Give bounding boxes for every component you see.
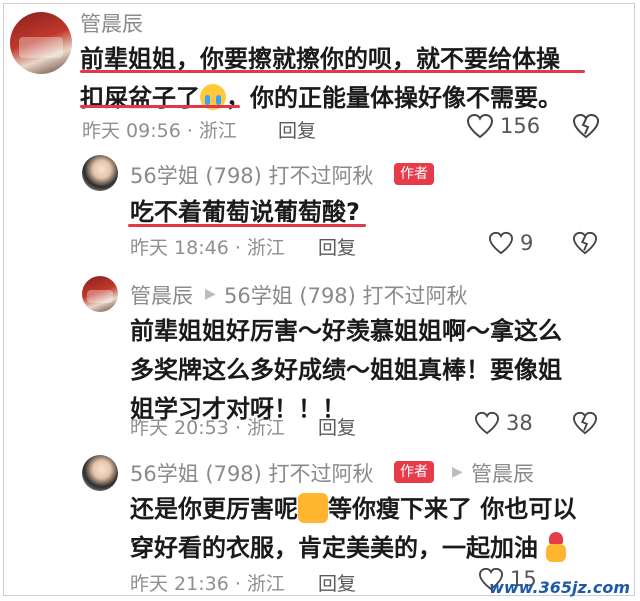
comment-line: 穿好看的衣服，肯定美美的，一起加油 — [130, 529, 576, 568]
comment-text: 还是你更厉害呢 等你瘦下来了 你也可以 穿好看的衣服，肯定美美的，一起加油 — [130, 490, 576, 568]
heart-icon — [474, 411, 500, 435]
dislike-icon[interactable] — [572, 411, 598, 435]
comment-line-segment: 穿好看的衣服，肯定美美的，一起加油 — [130, 534, 538, 562]
comment-time-location: 昨天 21:36 · 浙江 — [130, 573, 285, 595]
like-button[interactable]: 9 — [488, 231, 533, 255]
comment-author[interactable]: 56学姐 (798) 打不过阿秋 — [130, 160, 374, 190]
comment-author[interactable]: 56学姐 (798) 打不过阿秋 — [130, 458, 374, 488]
author-badge: 作者 — [394, 461, 434, 483]
reply-button[interactable]: 回复 — [278, 116, 316, 143]
comment-line-segment: 还是你更厉害呢 — [130, 495, 298, 523]
reply-button[interactable]: 回复 — [318, 413, 356, 440]
comment-line: 前辈姐姐，你要擦就擦你的呗，就不要给体操 — [80, 45, 560, 73]
red-underline — [80, 105, 240, 108]
heart-icon — [466, 113, 494, 139]
like-button[interactable]: 156 — [466, 113, 540, 139]
comment-line: 还是你更厉害呢 等你瘦下来了 你也可以 — [130, 490, 576, 529]
thumbs-up-emoji-icon — [298, 493, 328, 523]
reply-arrow-icon: ▶ — [452, 464, 463, 480]
avatar[interactable] — [82, 455, 118, 491]
reply-button[interactable]: 回复 — [318, 233, 356, 260]
reply-button[interactable]: 回复 — [318, 569, 356, 596]
like-count: 9 — [520, 231, 534, 255]
comment-time-location: 昨天 18:46 · 浙江 — [130, 237, 285, 259]
like-button[interactable]: 38 — [474, 411, 533, 435]
like-count: 38 — [506, 411, 533, 435]
red-underline — [80, 70, 585, 73]
watermark: www.365jz.com — [489, 578, 630, 597]
comment-author[interactable]: 管晨辰 — [80, 8, 143, 38]
comment-author[interactable]: 管晨辰 — [130, 280, 193, 310]
comment-time-location: 昨天 20:53 · 浙江 — [130, 417, 285, 439]
avatar[interactable] — [82, 276, 118, 312]
finger-heart-emoji-icon — [542, 532, 570, 562]
comment-line-segment: ，你的正能量体操好像不需要。 — [226, 84, 562, 112]
avatar[interactable] — [82, 155, 118, 191]
reply-arrow-icon: ▶ — [205, 286, 216, 302]
dislike-icon[interactable] — [572, 113, 600, 139]
comment-line: 多奖牌这么多好成绩～姐姐真棒！要像姐 — [130, 356, 562, 384]
dislike-icon[interactable] — [572, 231, 598, 255]
comment-time-location: 昨天 09:56 · 浙江 — [82, 120, 237, 142]
comment-line-segment: 等你瘦下来了 你也可以 — [328, 495, 577, 523]
red-underline — [128, 224, 366, 227]
reply-to-user[interactable]: 管晨辰 — [471, 458, 534, 488]
heart-icon — [488, 231, 514, 255]
comment-line: 前辈姐姐好厉害～好羡慕姐姐啊～拿这么 — [130, 317, 562, 345]
author-badge: 作者 — [394, 163, 434, 185]
like-count: 156 — [500, 114, 541, 138]
reply-to-user[interactable]: 56学姐 (798) 打不过阿秋 — [224, 280, 468, 310]
avatar[interactable] — [10, 12, 72, 74]
